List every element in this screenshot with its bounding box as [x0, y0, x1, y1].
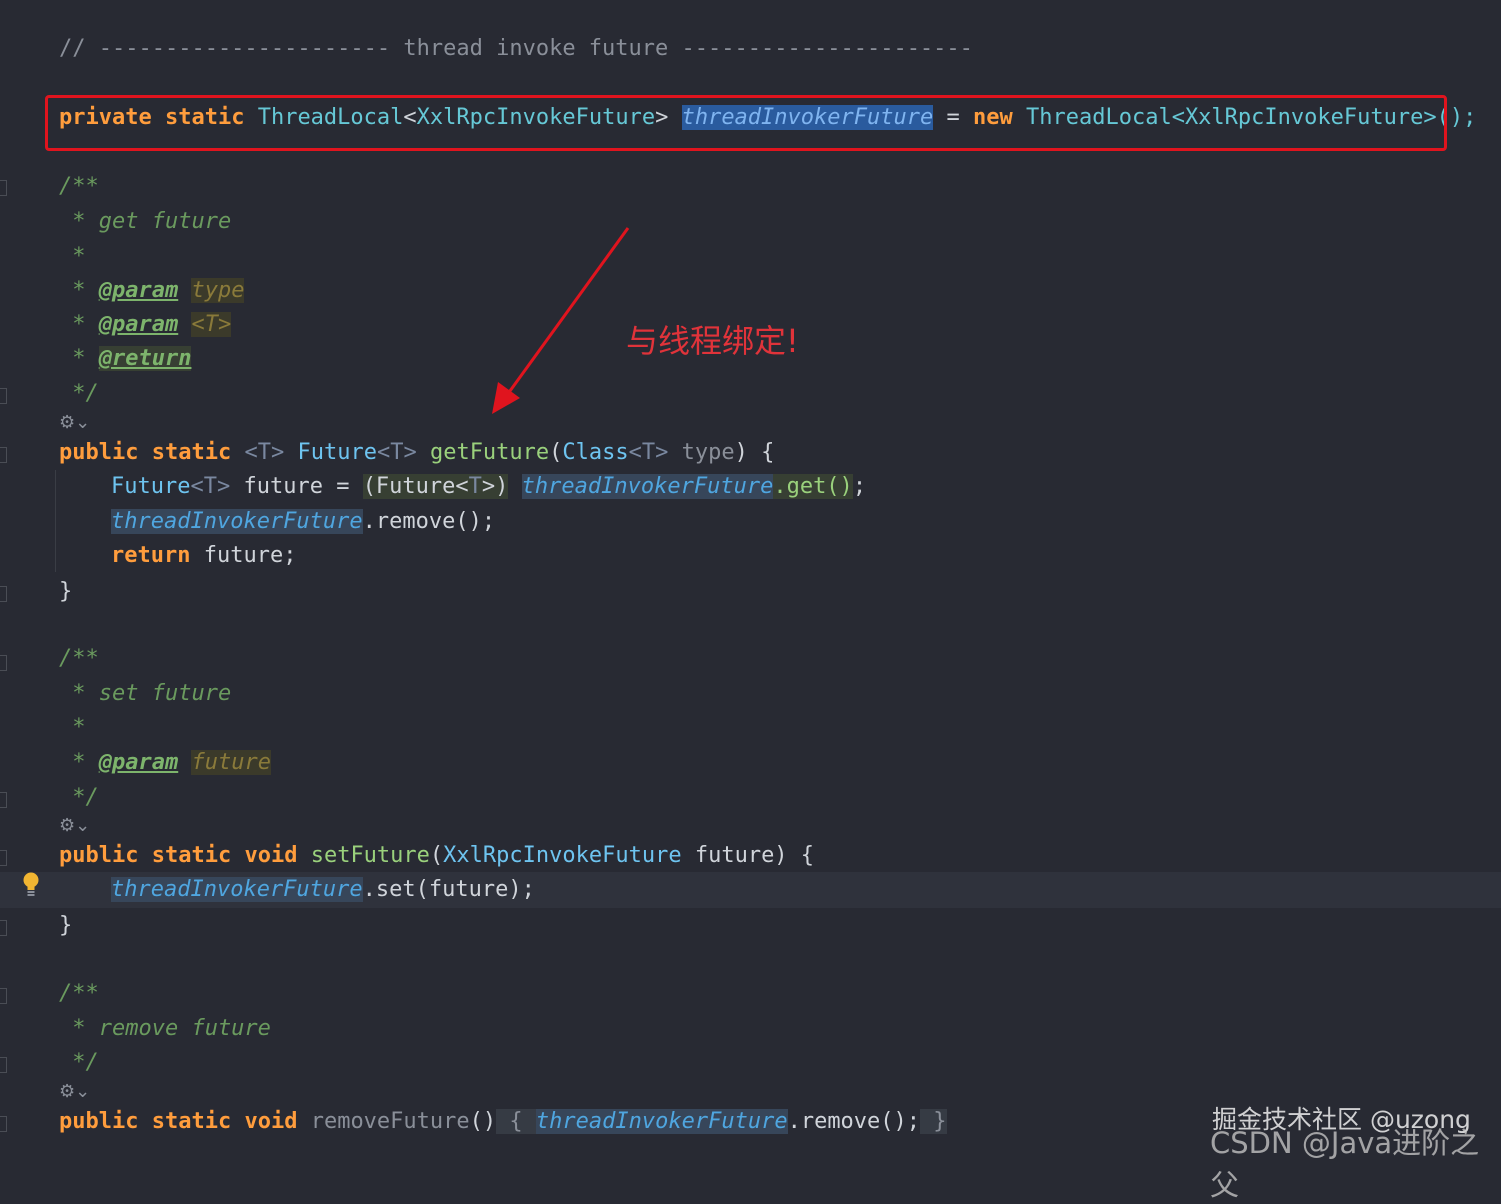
watermark-csdn: CSDN @Java进阶之父: [1210, 1126, 1480, 1202]
annotation-text: 与线程绑定!: [626, 322, 799, 360]
annotation-arrow: [492, 227, 630, 414]
